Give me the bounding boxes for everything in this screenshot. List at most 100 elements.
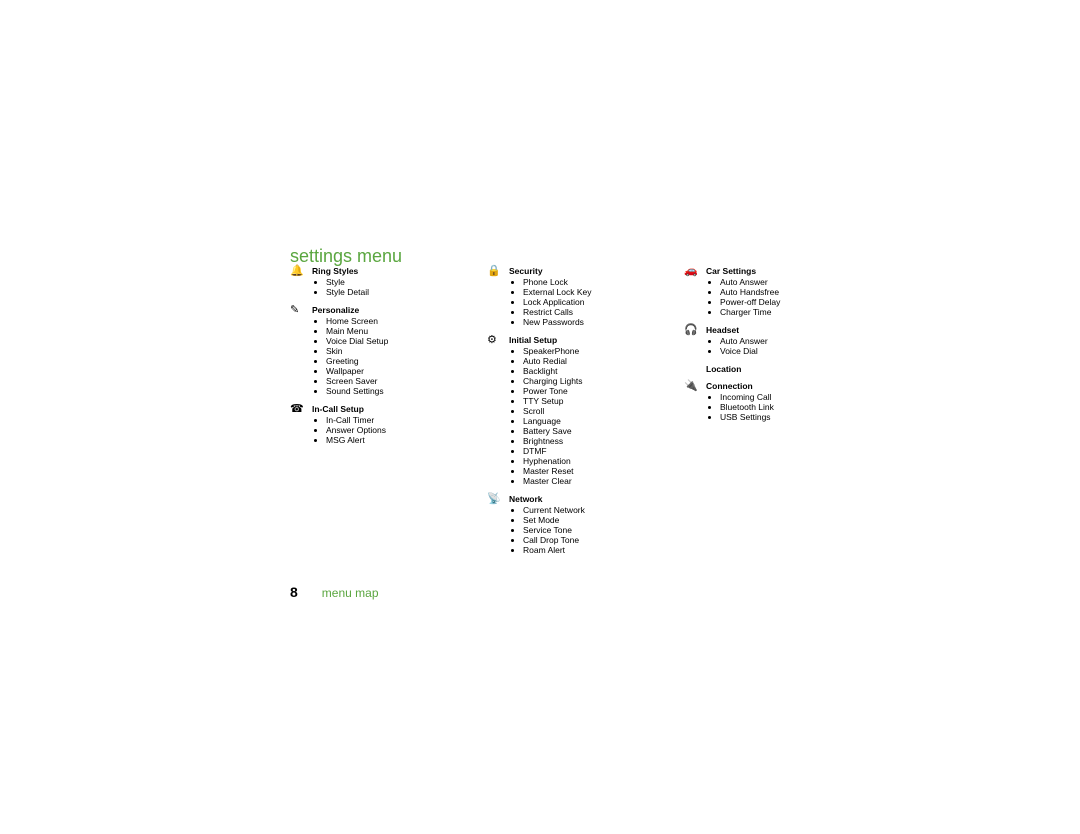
section-items: StyleStyle Detail xyxy=(312,277,452,297)
list-item: TTY Setup xyxy=(523,396,649,406)
list-item: Charger Time xyxy=(720,307,846,317)
list-item: Sound Settings xyxy=(326,386,452,396)
settings-section: ✎PersonalizeHome ScreenMain MenuVoice Di… xyxy=(290,305,452,398)
section-body: Location xyxy=(706,364,846,375)
list-item: Voice Dial xyxy=(720,346,846,356)
list-item: Call Drop Tone xyxy=(523,535,649,545)
section-body: Ring StylesStyleStyle Detail xyxy=(312,266,452,299)
list-item: Backlight xyxy=(523,366,649,376)
connection-icon: 🔌 xyxy=(684,381,706,424)
list-item: Set Mode xyxy=(523,515,649,525)
section-heading: Ring Styles xyxy=(312,266,452,277)
section-items: Auto AnswerVoice Dial xyxy=(706,336,846,356)
list-item: MSG Alert xyxy=(326,435,452,445)
list-item: Roam Alert xyxy=(523,545,649,555)
list-item: Restrict Calls xyxy=(523,307,649,317)
list-item: Wallpaper xyxy=(326,366,452,376)
list-item: Auto Answer xyxy=(720,277,846,287)
section-heading: Connection xyxy=(706,381,846,392)
list-item: Hyphenation xyxy=(523,456,649,466)
section-body: SecurityPhone LockExternal Lock KeyLock … xyxy=(509,266,649,329)
settings-section: ☎In-Call SetupIn-Call TimerAnswer Option… xyxy=(290,404,452,447)
page-number: 8 xyxy=(290,584,298,600)
column: 🔔Ring StylesStyleStyle Detail✎Personaliz… xyxy=(290,266,452,563)
section-heading: Initial Setup xyxy=(509,335,649,346)
section-heading: Headset xyxy=(706,325,846,336)
list-item: Answer Options xyxy=(326,425,452,435)
section-body: PersonalizeHome ScreenMain MenuVoice Dia… xyxy=(312,305,452,398)
list-item: Auto Answer xyxy=(720,336,846,346)
list-item: Current Network xyxy=(523,505,649,515)
list-item: Power Tone xyxy=(523,386,649,396)
list-item: Greeting xyxy=(326,356,452,366)
section-body: NetworkCurrent NetworkSet ModeService To… xyxy=(509,494,649,557)
list-item: Service Tone xyxy=(523,525,649,535)
initial-setup-icon: ⚙ xyxy=(487,335,509,488)
settings-section: ⚙Initial SetupSpeakerPhoneAuto RedialBac… xyxy=(487,335,649,488)
list-item: Home Screen xyxy=(326,316,452,326)
column: 🚗Car SettingsAuto AnswerAuto HandsfreePo… xyxy=(684,266,846,563)
settings-section: 🔒SecurityPhone LockExternal Lock KeyLock… xyxy=(487,266,649,329)
section-items: Phone LockExternal Lock KeyLock Applicat… xyxy=(509,277,649,327)
list-item: Auto Handsfree xyxy=(720,287,846,297)
settings-section: 🚗Car SettingsAuto AnswerAuto HandsfreePo… xyxy=(684,266,846,319)
list-item: Auto Redial xyxy=(523,356,649,366)
section-body: HeadsetAuto AnswerVoice Dial xyxy=(706,325,846,358)
list-item: SpeakerPhone xyxy=(523,346,649,356)
section-body: Car SettingsAuto AnswerAuto HandsfreePow… xyxy=(706,266,846,319)
personalize-icon: ✎ xyxy=(290,305,312,398)
column: 🔒SecurityPhone LockExternal Lock KeyLock… xyxy=(487,266,649,563)
list-item: USB Settings xyxy=(720,412,846,422)
headset-icon: 🎧 xyxy=(684,325,706,358)
section-heading: Network xyxy=(509,494,649,505)
settings-section: 🔔Ring StylesStyleStyle Detail xyxy=(290,266,452,299)
settings-section: 🎧HeadsetAuto AnswerVoice Dial xyxy=(684,325,846,358)
list-item: Master Clear xyxy=(523,476,649,486)
section-body: In-Call SetupIn-Call TimerAnswer Options… xyxy=(312,404,452,447)
list-item: Voice Dial Setup xyxy=(326,336,452,346)
section-heading: Personalize xyxy=(312,305,452,316)
list-item: Lock Application xyxy=(523,297,649,307)
list-item: Main Menu xyxy=(326,326,452,336)
list-item: New Passwords xyxy=(523,317,649,327)
section-heading: Location xyxy=(706,364,846,375)
section-heading: Car Settings xyxy=(706,266,846,277)
ring-icon: 🔔 xyxy=(290,266,312,299)
list-item: Screen Saver xyxy=(326,376,452,386)
section-heading: In-Call Setup xyxy=(312,404,452,415)
list-item: External Lock Key xyxy=(523,287,649,297)
footer-label: menu map xyxy=(322,586,379,600)
list-item: Phone Lock xyxy=(523,277,649,287)
section-items: Current NetworkSet ModeService ToneCall … xyxy=(509,505,649,555)
settings-columns: 🔔Ring StylesStyleStyle Detail✎Personaliz… xyxy=(290,266,846,563)
section-heading: Security xyxy=(509,266,649,277)
section-items: In-Call TimerAnswer OptionsMSG Alert xyxy=(312,415,452,445)
section-items: SpeakerPhoneAuto RedialBacklightCharging… xyxy=(509,346,649,486)
security-icon: 🔒 xyxy=(487,266,509,329)
list-item: DTMF xyxy=(523,446,649,456)
section-body: ConnectionIncoming CallBluetooth LinkUSB… xyxy=(706,381,846,424)
list-item: Charging Lights xyxy=(523,376,649,386)
list-item: Language xyxy=(523,416,649,426)
section-body: Initial SetupSpeakerPhoneAuto RedialBack… xyxy=(509,335,649,488)
page-footer: 8 menu map xyxy=(290,584,379,600)
settings-section: 🔌ConnectionIncoming CallBluetooth LinkUS… xyxy=(684,381,846,424)
list-item: Brightness xyxy=(523,436,649,446)
list-item: Style xyxy=(326,277,452,287)
page-title: settings menu xyxy=(290,246,402,267)
list-item: Scroll xyxy=(523,406,649,416)
in-call-icon: ☎ xyxy=(290,404,312,447)
settings-section: 📡NetworkCurrent NetworkSet ModeService T… xyxy=(487,494,649,557)
list-item: Skin xyxy=(326,346,452,356)
list-item: Battery Save xyxy=(523,426,649,436)
section-items: Home ScreenMain MenuVoice Dial SetupSkin… xyxy=(312,316,452,396)
network-icon: 📡 xyxy=(487,494,509,557)
section-items: Incoming CallBluetooth LinkUSB Settings xyxy=(706,392,846,422)
settings-section: Location xyxy=(684,364,846,375)
list-item: Bluetooth Link xyxy=(720,402,846,412)
list-item: Power-off Delay xyxy=(720,297,846,307)
list-item: In-Call Timer xyxy=(326,415,452,425)
list-item: Style Detail xyxy=(326,287,452,297)
section-items: Auto AnswerAuto HandsfreePower-off Delay… xyxy=(706,277,846,317)
list-item: Master Reset xyxy=(523,466,649,476)
